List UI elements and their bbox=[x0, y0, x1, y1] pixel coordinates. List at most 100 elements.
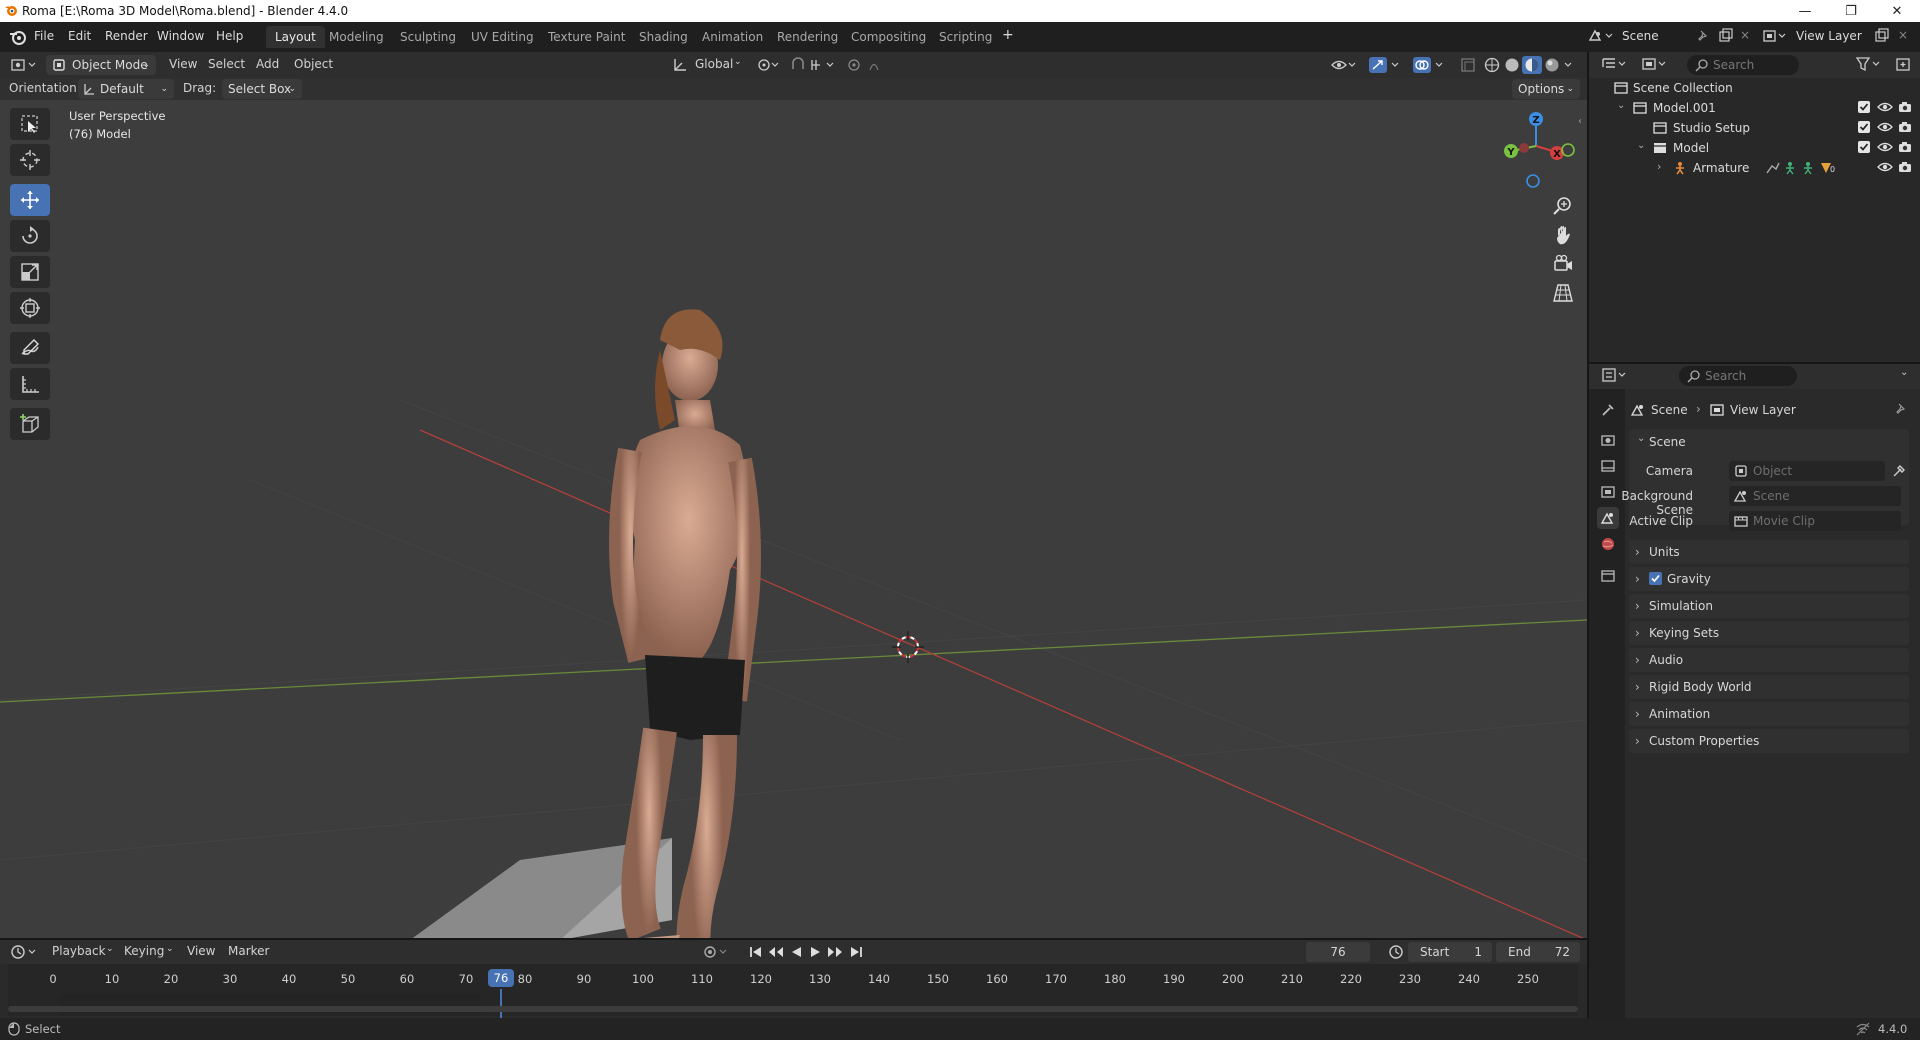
camera-view-icon[interactable] bbox=[1552, 253, 1574, 275]
playhead[interactable]: 76 bbox=[488, 969, 514, 987]
rotate-tool[interactable] bbox=[10, 220, 50, 252]
snap-icon[interactable] bbox=[790, 57, 840, 73]
tab-rendering[interactable]: Rendering bbox=[768, 26, 847, 48]
transform-tool[interactable] bbox=[10, 292, 50, 324]
panel-expanded-icon[interactable]: ⌄ bbox=[1637, 433, 1645, 444]
timeline-view-menu[interactable]: View bbox=[187, 944, 215, 958]
tab-uv-editing[interactable]: UV Editing bbox=[462, 26, 543, 48]
new-collection-icon[interactable] bbox=[1895, 56, 1913, 72]
annotate-tool[interactable] bbox=[10, 332, 50, 364]
panel-keying-sets[interactable]: › Keying Sets bbox=[1629, 621, 1909, 645]
tab-render[interactable] bbox=[1597, 429, 1619, 451]
options-dropdown[interactable]: Options ⌄ bbox=[1512, 79, 1580, 99]
keying-menu[interactable]: Keying bbox=[124, 944, 164, 958]
outliner-row-model[interactable]: ⌄ Model bbox=[1589, 138, 1920, 158]
camera-field[interactable]: Object bbox=[1729, 461, 1885, 481]
end-frame-field[interactable]: End 72 bbox=[1496, 942, 1580, 962]
tab-shading[interactable]: Shading bbox=[630, 26, 697, 48]
tab-scripting[interactable]: Scripting bbox=[930, 26, 1001, 48]
active-clip-field[interactable]: Movie Clip bbox=[1729, 511, 1901, 531]
tab-tool[interactable] bbox=[1597, 399, 1619, 421]
timeline-scrollbar[interactable] bbox=[8, 1006, 1578, 1012]
jump-to-start-button[interactable] bbox=[748, 944, 764, 960]
panel-rigid-body-world[interactable]: › Rigid Body World bbox=[1629, 675, 1909, 699]
view-layer-selector[interactable]: View Layer bbox=[1796, 29, 1862, 43]
tab-animation[interactable]: Animation bbox=[693, 26, 772, 48]
playback-menu[interactable]: Playback bbox=[52, 944, 106, 958]
gravity-checkbox[interactable] bbox=[1649, 572, 1662, 585]
scene-panel-title[interactable]: Scene bbox=[1649, 435, 1686, 449]
view-layer-icon[interactable] bbox=[1762, 28, 1788, 44]
move-tool[interactable] bbox=[10, 184, 50, 216]
start-frame-field[interactable]: Start 1 bbox=[1408, 942, 1492, 962]
chevron-down-icon[interactable]: ⌄ bbox=[1900, 367, 1908, 378]
scene-type-icon[interactable] bbox=[1588, 28, 1614, 44]
display-mode-icon[interactable] bbox=[1641, 56, 1669, 72]
outliner-row-scene-collection[interactable]: Scene Collection bbox=[1589, 78, 1920, 98]
close-button[interactable]: ✕ bbox=[1874, 0, 1920, 22]
render-camera-icon[interactable] bbox=[1898, 140, 1912, 154]
proportional-editing-icon[interactable] bbox=[846, 57, 892, 73]
perspective-toggle-icon[interactable] bbox=[1552, 282, 1574, 304]
pin-icon[interactable] bbox=[1696, 29, 1710, 43]
tab-world[interactable] bbox=[1597, 533, 1619, 555]
visibility-icon[interactable] bbox=[1330, 57, 1356, 73]
select-menu[interactable]: Select bbox=[208, 57, 245, 71]
menu-render[interactable]: Render bbox=[105, 29, 148, 43]
select-box-tool[interactable] bbox=[10, 108, 50, 140]
menu-help[interactable]: Help bbox=[216, 29, 243, 43]
delete-view-layer-icon[interactable]: × bbox=[1898, 28, 1908, 42]
tab-sculpting[interactable]: Sculpting bbox=[391, 26, 465, 48]
menu-file[interactable]: File bbox=[34, 29, 54, 43]
xray-icon[interactable] bbox=[1460, 57, 1476, 73]
tab-output[interactable] bbox=[1597, 455, 1619, 477]
filter-icon[interactable] bbox=[1855, 56, 1883, 72]
menu-window[interactable]: Window bbox=[157, 29, 204, 43]
tab-collection[interactable] bbox=[1597, 565, 1619, 587]
timeline-editor-type-icon[interactable] bbox=[10, 944, 40, 960]
sidebar-toggle-icon[interactable]: ‹ bbox=[1578, 116, 1582, 127]
minimize-button[interactable]: — bbox=[1782, 0, 1828, 22]
area-divider[interactable] bbox=[1589, 362, 1920, 364]
exclude-checkbox[interactable] bbox=[1858, 141, 1870, 153]
editor-type-icon[interactable] bbox=[10, 56, 40, 74]
tab-modeling[interactable]: Modeling bbox=[320, 26, 393, 48]
outliner-row-armature[interactable]: › Armature 0 bbox=[1589, 158, 1920, 178]
add-menu[interactable]: Add bbox=[256, 57, 279, 71]
new-view-layer-icon[interactable] bbox=[1874, 28, 1890, 44]
blender-menu-icon[interactable] bbox=[9, 28, 27, 46]
background-scene-field[interactable]: Scene bbox=[1729, 486, 1901, 506]
mode-dropdown[interactable]: Object Mode ⌄ bbox=[46, 55, 156, 75]
jump-to-keyframe-forward-button[interactable] bbox=[826, 944, 844, 960]
scale-tool[interactable] bbox=[10, 256, 50, 288]
panel-simulation[interactable]: › Simulation bbox=[1629, 594, 1909, 618]
jump-to-end-button[interactable] bbox=[848, 944, 864, 960]
outliner-row-model-001[interactable]: ⌄ Model.001 bbox=[1589, 98, 1920, 118]
panel-animation[interactable]: › Animation bbox=[1629, 702, 1909, 726]
eyedropper-icon[interactable] bbox=[1891, 463, 1907, 479]
render-camera-icon[interactable] bbox=[1898, 120, 1912, 134]
play-reverse-button[interactable] bbox=[789, 944, 803, 960]
marker-menu[interactable]: Marker bbox=[228, 944, 269, 958]
overlays-icon[interactable] bbox=[1412, 57, 1446, 73]
zoom-icon[interactable] bbox=[1552, 195, 1574, 217]
pivot-point-icon[interactable] bbox=[756, 57, 780, 73]
jump-to-keyframe-back-button[interactable] bbox=[767, 944, 785, 960]
outliner-row-studio-setup[interactable]: Studio Setup bbox=[1589, 118, 1920, 138]
area-divider[interactable] bbox=[1587, 52, 1589, 1018]
eye-icon[interactable] bbox=[1877, 120, 1893, 134]
preview-range-icon[interactable] bbox=[1388, 944, 1404, 960]
object-menu[interactable]: Object bbox=[294, 57, 333, 71]
shading-material-button[interactable] bbox=[1522, 52, 1542, 78]
eye-icon[interactable] bbox=[1877, 140, 1893, 154]
delete-scene-icon[interactable]: × bbox=[1740, 28, 1750, 42]
auto-keying-icon[interactable] bbox=[703, 944, 733, 960]
3d-viewport[interactable]: User Perspective (76) Model Z X Y ‹ bbox=[0, 100, 1587, 938]
pin-icon[interactable] bbox=[1894, 402, 1908, 416]
view-menu[interactable]: View bbox=[169, 57, 197, 71]
render-camera-icon[interactable] bbox=[1898, 160, 1912, 174]
current-frame-field[interactable]: 76 bbox=[1306, 942, 1370, 962]
properties-search-input[interactable]: Search bbox=[1679, 366, 1797, 386]
area-divider[interactable] bbox=[0, 938, 1587, 940]
outliner-search-input[interactable]: Search bbox=[1687, 55, 1799, 75]
